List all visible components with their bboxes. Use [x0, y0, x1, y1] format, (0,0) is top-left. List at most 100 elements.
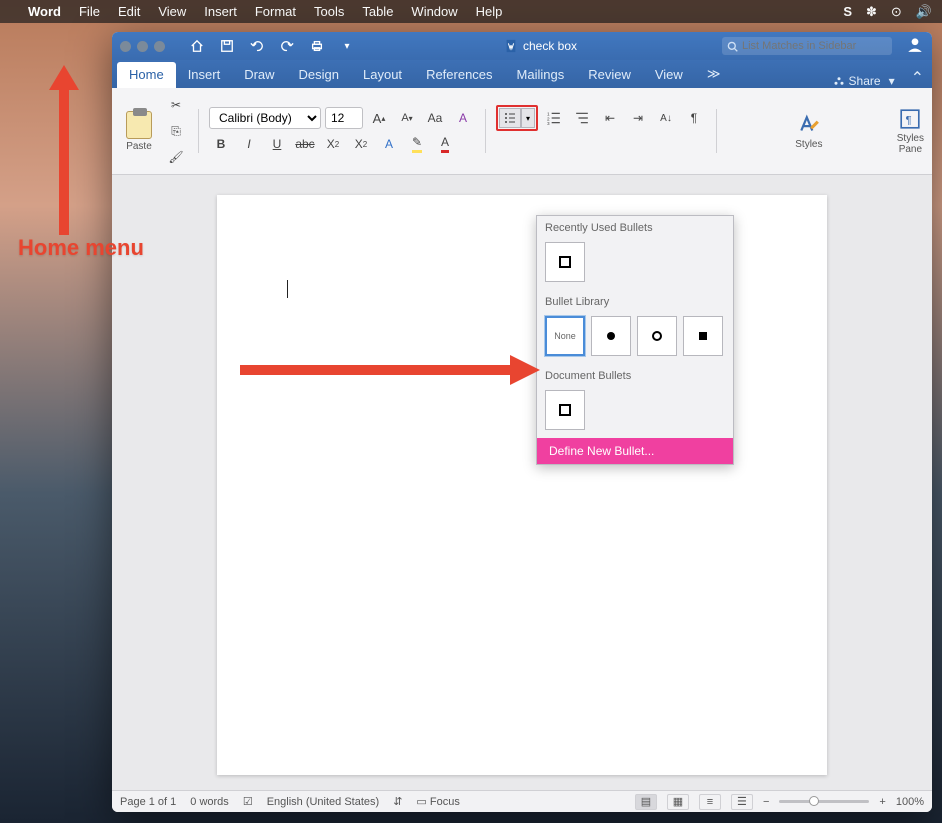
- styles-pane-button[interactable]: ¶ Styles Pane: [897, 107, 924, 155]
- tab-insert[interactable]: Insert: [176, 62, 233, 88]
- font-size-input[interactable]: [325, 107, 363, 129]
- bullets-button[interactable]: [499, 108, 521, 128]
- outline-icon[interactable]: ≡: [699, 794, 721, 810]
- qa-dropdown-icon[interactable]: ▾: [335, 35, 359, 57]
- draft-icon[interactable]: ☰: [731, 794, 753, 810]
- annotation-label: Home menu: [18, 235, 144, 261]
- tab-layout[interactable]: Layout: [351, 62, 414, 88]
- menu-window[interactable]: Window: [411, 4, 457, 19]
- tab-mailings[interactable]: Mailings: [505, 62, 577, 88]
- subscript-button[interactable]: X2: [321, 133, 345, 155]
- zoom-value[interactable]: 100%: [896, 796, 924, 808]
- bullet-square[interactable]: [683, 316, 723, 356]
- bullet-none[interactable]: None: [545, 316, 585, 356]
- zoom-out-icon[interactable]: −: [763, 796, 769, 808]
- menu-help[interactable]: Help: [476, 4, 503, 19]
- print-icon[interactable]: [305, 35, 329, 57]
- increase-indent-icon[interactable]: ⇥: [626, 107, 650, 129]
- search-icon: [727, 41, 738, 52]
- shrink-font-icon[interactable]: A▾: [395, 107, 419, 129]
- menu-format[interactable]: Format: [255, 4, 296, 19]
- italic-button[interactable]: I: [237, 133, 261, 155]
- page-count[interactable]: Page 1 of 1: [120, 796, 176, 808]
- status-volume-icon[interactable]: 🔊: [916, 4, 932, 20]
- tab-references[interactable]: References: [414, 62, 504, 88]
- strike-button[interactable]: abc: [293, 133, 317, 155]
- menu-table[interactable]: Table: [362, 4, 393, 19]
- home-icon[interactable]: [185, 35, 209, 57]
- grow-font-icon[interactable]: A▴: [367, 107, 391, 129]
- zoom-in-icon[interactable]: +: [879, 796, 885, 808]
- save-icon[interactable]: [215, 35, 239, 57]
- status-play-icon[interactable]: ⊙: [891, 4, 902, 20]
- min-dot[interactable]: [137, 41, 148, 52]
- paste-label: Paste: [126, 141, 152, 152]
- clear-format-icon[interactable]: A: [451, 107, 475, 129]
- sort-icon[interactable]: A↓: [654, 107, 678, 129]
- bullet-recent-square[interactable]: [545, 242, 585, 282]
- menu-insert[interactable]: Insert: [204, 4, 237, 19]
- bold-button[interactable]: B: [209, 133, 233, 155]
- zoom-slider[interactable]: [779, 800, 869, 803]
- redo-icon[interactable]: [275, 35, 299, 57]
- multilevel-button[interactable]: [570, 107, 594, 129]
- document-area: Recently Used Bullets Bullet Library Non…: [112, 175, 932, 790]
- collapse-ribbon-icon[interactable]: ⌃: [903, 68, 932, 88]
- bullet-disc[interactable]: [591, 316, 631, 356]
- highlight-icon[interactable]: ✎: [405, 133, 429, 155]
- bullets-dropdown-icon[interactable]: ▾: [521, 108, 535, 128]
- tab-more[interactable]: ≫: [695, 61, 733, 88]
- paste-button[interactable]: Paste: [120, 111, 158, 152]
- clipboard-icon: [126, 111, 152, 139]
- menu-view[interactable]: View: [158, 4, 186, 19]
- undo-icon[interactable]: [245, 35, 269, 57]
- cut-icon[interactable]: ✂: [164, 94, 188, 116]
- tab-design[interactable]: Design: [287, 62, 351, 88]
- focus-button[interactable]: ▭ Focus: [416, 795, 459, 808]
- share-button[interactable]: Share ▾: [833, 74, 903, 88]
- tab-draw[interactable]: Draw: [232, 62, 286, 88]
- traffic-lights[interactable]: [120, 41, 165, 52]
- format-painter-icon[interactable]: 🖌: [164, 146, 188, 168]
- decrease-indent-icon[interactable]: ⇤: [598, 107, 622, 129]
- search-input[interactable]: [742, 40, 887, 52]
- status-s-icon[interactable]: S: [843, 4, 852, 19]
- web-layout-icon[interactable]: ▦: [667, 794, 689, 810]
- accessibility-icon[interactable]: ⇵: [393, 795, 402, 808]
- svg-text:¶: ¶: [906, 114, 912, 126]
- status-leaf-icon[interactable]: ✽: [866, 4, 877, 20]
- print-layout-icon[interactable]: ▤: [635, 794, 657, 810]
- change-case-icon[interactable]: Aa: [423, 107, 447, 129]
- text-effects-icon[interactable]: A: [377, 133, 401, 155]
- font-color-icon[interactable]: A: [433, 133, 457, 155]
- copy-icon[interactable]: ⎘: [164, 120, 188, 142]
- profile-icon[interactable]: [906, 35, 924, 58]
- tab-home[interactable]: Home: [117, 62, 176, 88]
- search-box[interactable]: [722, 37, 892, 55]
- show-marks-icon[interactable]: ¶: [682, 107, 706, 129]
- close-dot[interactable]: [120, 41, 131, 52]
- menu-file[interactable]: File: [79, 4, 100, 19]
- menu-tools[interactable]: Tools: [314, 4, 344, 19]
- app-name[interactable]: Word: [28, 4, 61, 19]
- word-count[interactable]: 0 words: [190, 796, 229, 808]
- numbering-button[interactable]: 123: [542, 107, 566, 129]
- recent-bullets-header: Recently Used Bullets: [537, 216, 733, 238]
- tab-review[interactable]: Review: [576, 62, 643, 88]
- window-title: check box: [523, 39, 577, 53]
- bullet-circle[interactable]: [637, 316, 677, 356]
- page[interactable]: [217, 195, 827, 775]
- styles-button[interactable]: Styles: [795, 113, 822, 150]
- font-select[interactable]: Calibri (Body): [209, 107, 321, 129]
- menu-edit[interactable]: Edit: [118, 4, 140, 19]
- underline-button[interactable]: U: [265, 133, 289, 155]
- language-button[interactable]: English (United States): [267, 796, 380, 808]
- tab-view[interactable]: View: [643, 62, 695, 88]
- bullet-doc-square[interactable]: [545, 390, 585, 430]
- os-menubar: Word File Edit View Insert Format Tools …: [0, 0, 942, 23]
- define-new-bullet[interactable]: Define New Bullet...: [537, 438, 733, 464]
- spellcheck-icon[interactable]: ☑: [243, 795, 253, 808]
- max-dot[interactable]: [154, 41, 165, 52]
- superscript-button[interactable]: X2: [349, 133, 373, 155]
- document-bullets-header: Document Bullets: [537, 364, 733, 386]
